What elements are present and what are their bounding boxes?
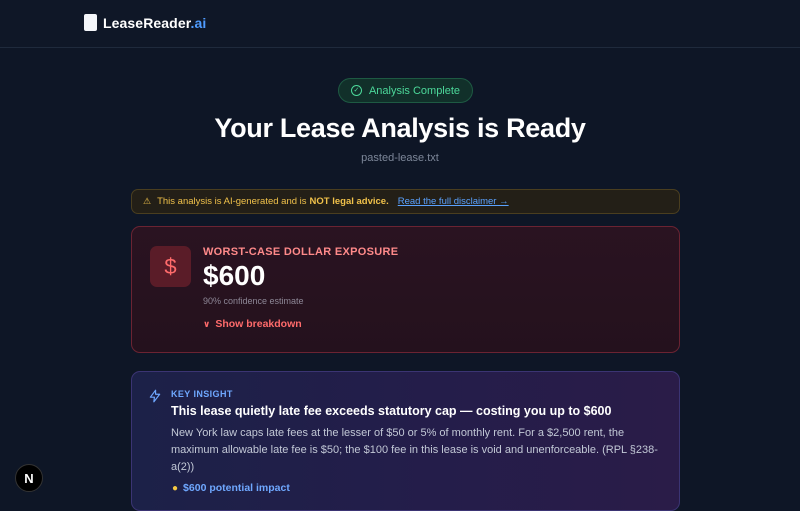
- warning-icon: ⚠: [143, 196, 152, 206]
- dev-tools-button[interactable]: N: [15, 464, 43, 492]
- disclaimer-emphasis: NOT legal advice.: [309, 196, 389, 207]
- confidence-text: 90% confidence estimate: [203, 296, 304, 306]
- insight-label: KEY INSIGHT: [171, 389, 233, 399]
- impact-label: $600 potential impact: [183, 482, 290, 494]
- exposure-label: WORST-CASE DOLLAR EXPOSURE: [203, 246, 399, 258]
- disclaimer-text: This analysis is AI-generated and is: [157, 196, 307, 207]
- page-title: Your Lease Analysis is Ready: [214, 113, 586, 143]
- show-breakdown-label: Show breakdown: [215, 318, 302, 330]
- status-badge-label: Analysis Complete: [368, 84, 461, 97]
- show-breakdown-button[interactable]: ∨ Show breakdown: [203, 318, 302, 330]
- lightning-icon: [149, 389, 161, 403]
- insight-body: New York law caps late fees at the lesse…: [171, 427, 658, 473]
- brand-logo[interactable]: LeaseReader.ai: [84, 14, 206, 31]
- insight-title: This lease quietly late fee exceeds stat…: [171, 404, 612, 418]
- file-name: pasted-lease.txt: [361, 152, 439, 164]
- disclaimer-banner: ⚠ This analysis is AI-generated and is N…: [131, 189, 680, 214]
- exposure-value: $600: [203, 260, 266, 291]
- chevron-down-icon: ∨: [203, 318, 211, 329]
- dollar-icon: $: [150, 246, 191, 287]
- disclaimer-link[interactable]: Read the full disclaimer →: [398, 196, 509, 207]
- status-badge: ✓ Analysis Complete: [338, 78, 473, 103]
- top-navbar: LeaseReader.ai: [0, 0, 800, 48]
- brand-name: LeaseReader.ai: [103, 14, 207, 31]
- document-icon: [84, 14, 97, 31]
- lightbulb-icon: ●: [172, 482, 179, 494]
- key-insight-card: KEY INSIGHT This lease quietly late fee …: [131, 371, 680, 511]
- impact-text: ● $600 potential impact: [172, 482, 290, 494]
- check-circle-icon: ✓: [350, 85, 362, 96]
- exposure-card: $ WORST-CASE DOLLAR EXPOSURE $600 90% co…: [131, 226, 680, 353]
